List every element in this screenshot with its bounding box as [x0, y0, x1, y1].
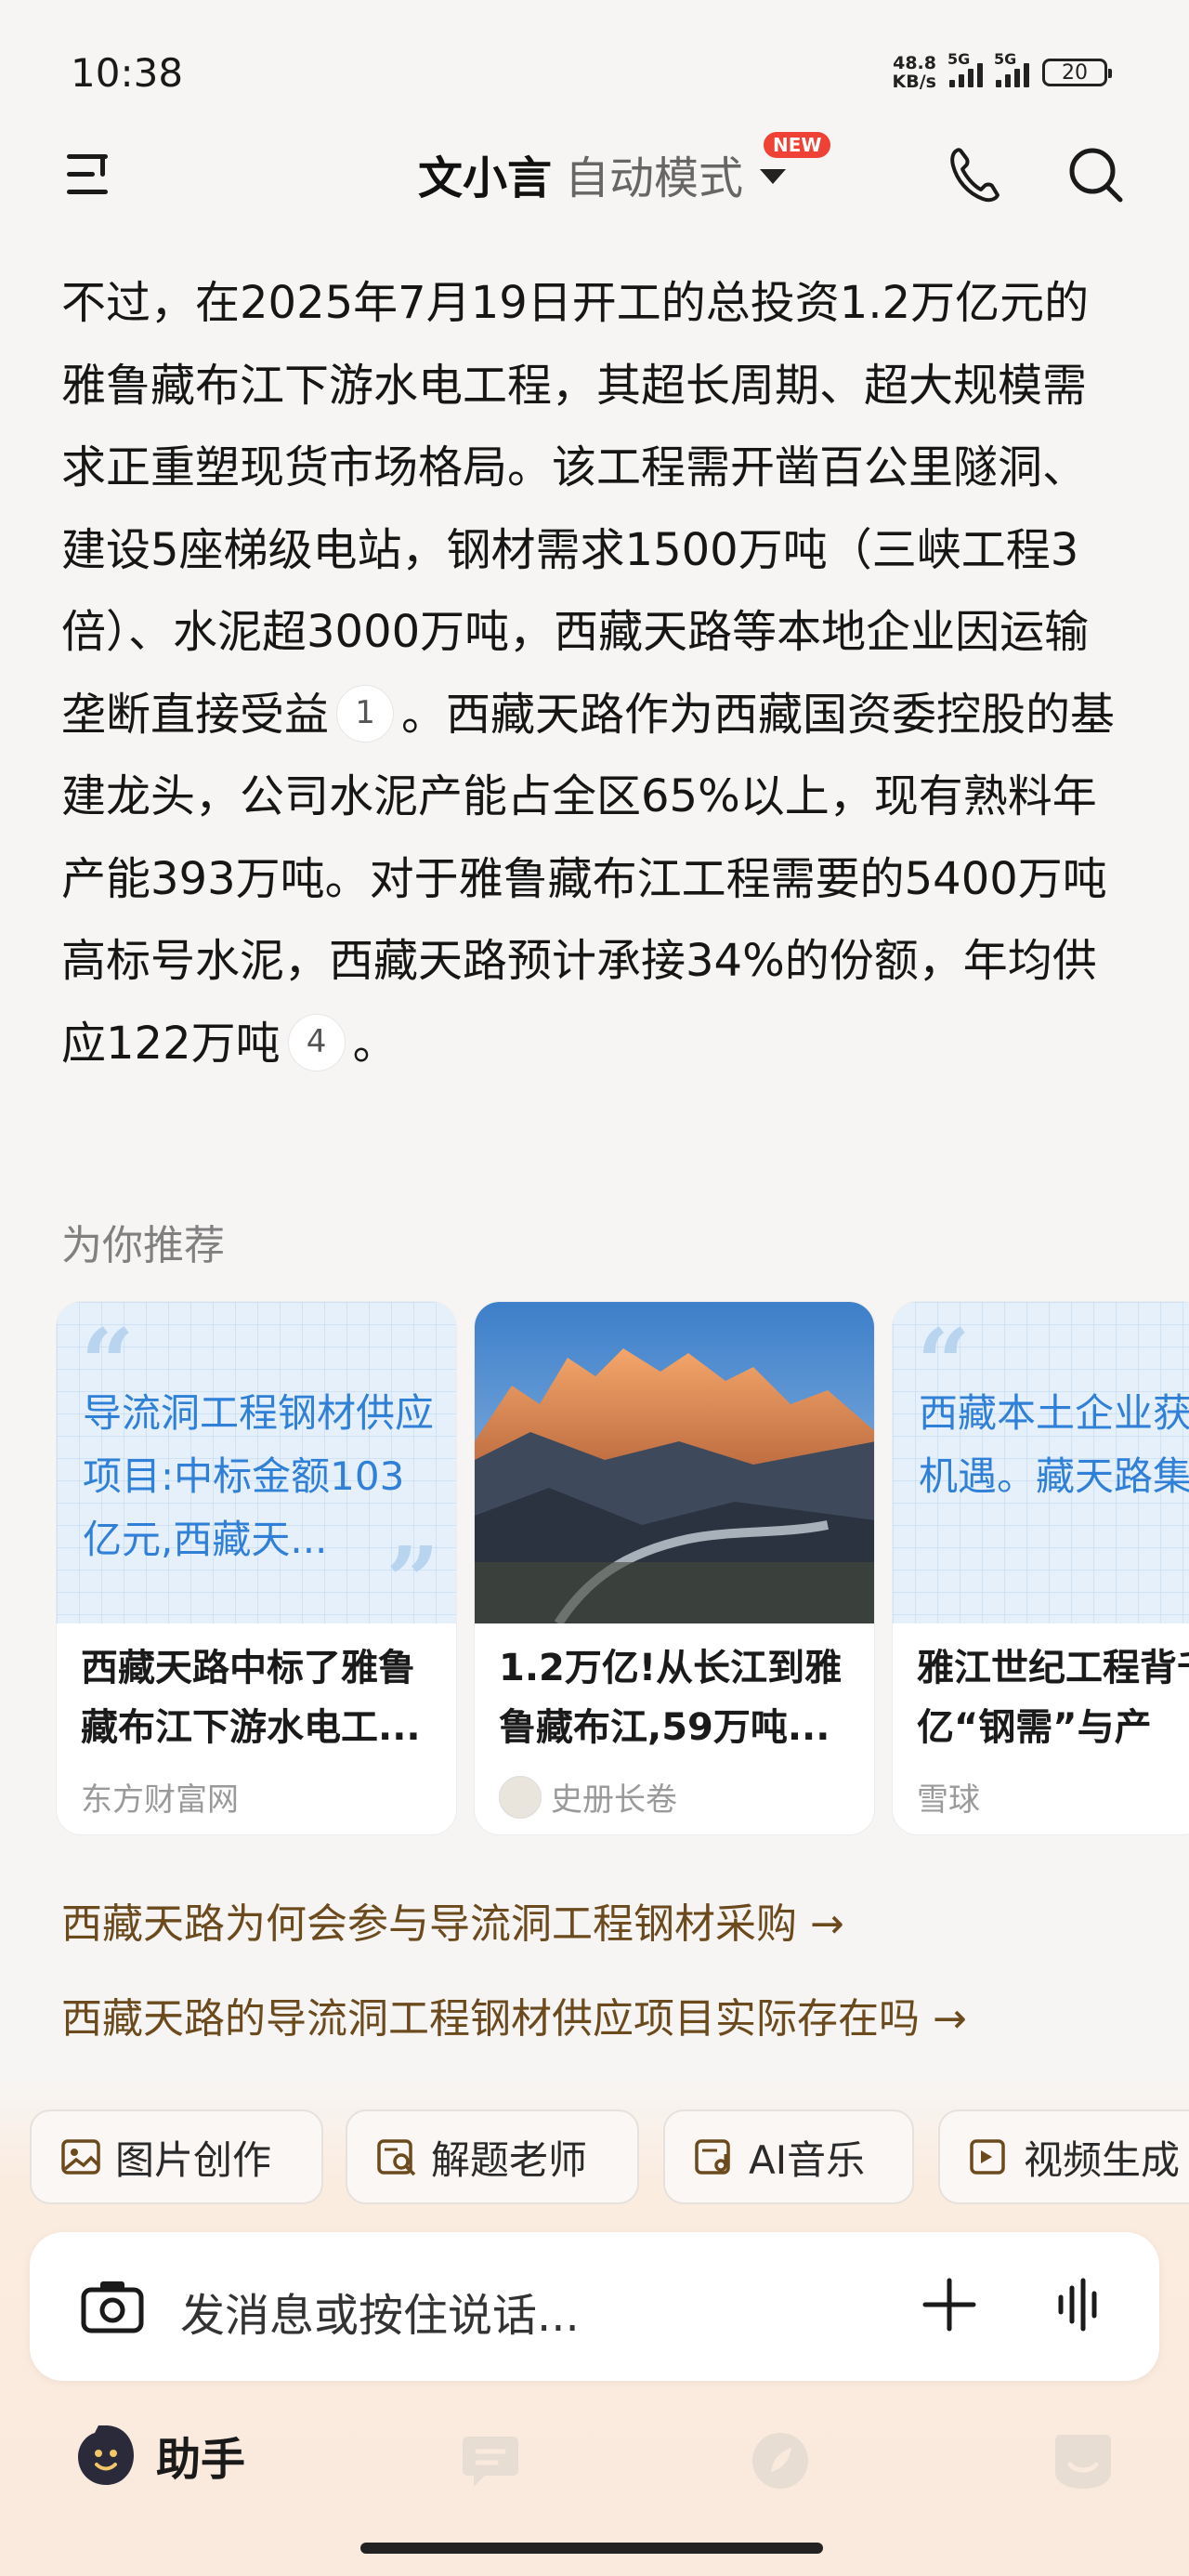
- card-source: 史册长卷: [499, 1774, 677, 1820]
- signal-icon: 5G: [947, 50, 983, 87]
- battery-level: 20: [1062, 60, 1088, 85]
- avatar: [499, 1775, 542, 1819]
- tool-label: 图片创作: [115, 2136, 272, 2183]
- signal-icon-2: 5G: [994, 50, 1029, 87]
- net-speed-unit: KB/s: [892, 72, 936, 92]
- status-icons: 48.8 KB/s 5G 5G 20: [893, 50, 1112, 91]
- follow-up-question[interactable]: 西藏天路的导流洞工程钢材供应项目实际存在吗 →: [61, 1985, 967, 2044]
- answer-paragraph-2: 。西藏天路作为西藏国资委控股的基建龙头，公司水泥产能占全区65%以上，现有熟料年…: [61, 688, 1116, 1070]
- card-title: 雅江世纪工程背千亿“钢需”与产: [917, 1647, 1189, 1749]
- voice-wave-icon[interactable]: [1050, 2275, 1109, 2334]
- recommend-card[interactable]: “ 西藏本土企业获得意外机遇。藏天路集团凭借 雅江世纪工程背千亿“钢需”与产 雪…: [892, 1301, 1189, 1835]
- card-image: [475, 1302, 874, 1623]
- tool-label: 视频生成: [1024, 2136, 1181, 2183]
- tool-label: AI音乐: [749, 2136, 866, 2183]
- follow-up-question[interactable]: 西藏天路为何会参与导流洞工程钢材采购 →: [61, 1890, 844, 1950]
- music-icon: [695, 2139, 730, 2175]
- video-ai-icon: [970, 2139, 1005, 2175]
- tool-label: 解题老师: [431, 2136, 588, 2183]
- chat-icon[interactable]: [457, 2427, 524, 2494]
- tool-ai-music[interactable]: AI音乐: [663, 2109, 914, 2204]
- battery-icon: 20: [1042, 59, 1112, 86]
- card-quote-panel: “ 导流洞工程钢材供应项目:中标金额103亿元,西藏天... ”: [57, 1302, 456, 1623]
- recommend-title: 为你推荐: [61, 1222, 225, 1269]
- tool-image-creation[interactable]: 图片创作: [30, 2109, 323, 2204]
- net-speed-value: 48.8: [893, 53, 936, 73]
- recommend-card[interactable]: “ 导流洞工程钢材供应项目:中标金额103亿元,西藏天... ” 西藏天路中标了…: [56, 1301, 457, 1835]
- camera-icon[interactable]: [80, 2277, 145, 2336]
- recommend-card[interactable]: 1.2万亿!从长江到雅鲁藏布江,59万吨... 史册长卷: [474, 1301, 875, 1835]
- quote-close-icon: ”: [385, 1526, 439, 1623]
- citation-badge[interactable]: 1: [336, 684, 395, 743]
- net-speed: 48.8 KB/s: [893, 54, 936, 91]
- new-badge: NEW: [764, 132, 831, 158]
- mode-label: 自动模式: [565, 152, 744, 204]
- message-input[interactable]: 发消息或按住说话...: [180, 2279, 580, 2344]
- answer-paragraph-3: 。: [352, 1017, 398, 1070]
- plus-icon[interactable]: [920, 2275, 979, 2334]
- tool-solver[interactable]: 解题老师: [346, 2109, 639, 2204]
- chevron-down-icon: [760, 169, 787, 184]
- citation-badge[interactable]: 4: [287, 1013, 346, 1071]
- tool-video-generation[interactable]: 视频生成: [938, 2109, 1189, 2204]
- menu-icon[interactable]: [63, 147, 119, 203]
- card-source-name: 雪球: [917, 1781, 980, 1819]
- card-title: 1.2万亿!从长江到雅鲁藏布江,59万吨...: [499, 1647, 843, 1749]
- card-title: 西藏天路中标了雅鲁藏布江下游水电工...: [81, 1647, 421, 1749]
- card-source: 雪球: [917, 1774, 980, 1820]
- nav-assistant-label: 助手: [156, 2434, 246, 2486]
- card-source-name: 东方财富网: [81, 1781, 239, 1819]
- answer-paragraph-1: 不过，在2025年7月19日开工的总投资1.2万亿元的雅鲁藏布江下游水电工程，其…: [61, 277, 1090, 741]
- solve-icon: [377, 2139, 416, 2176]
- signal-label-2: 5G: [994, 50, 1017, 68]
- phone-icon[interactable]: [944, 141, 1003, 208]
- assistant-icon: [78, 2425, 134, 2485]
- nav-assistant[interactable]: 助手: [74, 2422, 245, 2489]
- card-source-name: 史册长卷: [551, 1781, 677, 1819]
- card-quote: 西藏本土企业获得意外机遇。藏天路集团凭借: [919, 1390, 1189, 1499]
- card-quote-panel: “ 西藏本土企业获得意外机遇。藏天路集团凭借: [893, 1302, 1189, 1623]
- card-source: 东方财富网: [81, 1774, 239, 1820]
- search-icon[interactable]: [1066, 141, 1126, 208]
- app-name: 文小言: [418, 152, 553, 204]
- image-icon: [61, 2139, 100, 2175]
- status-time: 10:38: [71, 50, 184, 96]
- profile-icon[interactable]: [1050, 2427, 1117, 2494]
- mode-selector[interactable]: 文小言 自动模式: [418, 141, 787, 206]
- signal-label: 5G: [947, 50, 971, 68]
- discover-icon[interactable]: [747, 2427, 814, 2494]
- home-indicator[interactable]: [360, 2543, 823, 2554]
- answer-text: 不过，在2025年7月19日开工的总投资1.2万亿元的雅鲁藏布江下游水电工程，其…: [61, 262, 1130, 1084]
- mountain-photo-icon: [475, 1302, 874, 1623]
